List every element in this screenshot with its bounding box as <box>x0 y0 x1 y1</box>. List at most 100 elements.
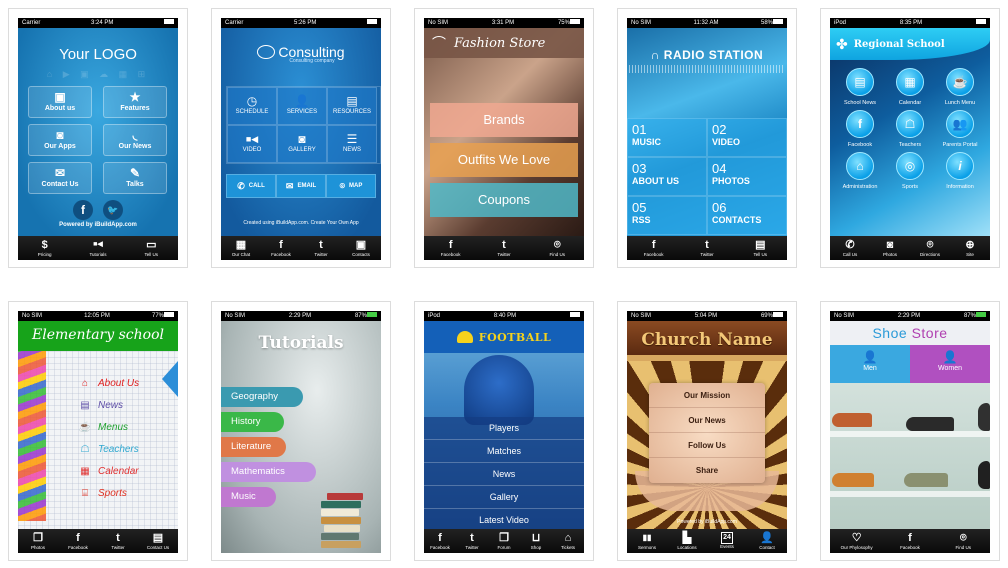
features-button[interactable]: ★ Features <box>103 86 167 118</box>
app-preview-card-consulting[interactable]: Carrier 5:26 PM Consulting Consulting co… <box>211 8 391 268</box>
tab-facebook[interactable]: f Facebook <box>59 532 97 551</box>
music-button[interactable]: 01 MUSIC <box>627 118 707 157</box>
services-button[interactable]: 👤 SERVICES <box>277 87 327 125</box>
follow-us-menu-item[interactable]: Follow Us <box>649 433 765 458</box>
app-preview-card-fashion-store[interactable]: No SIM 3:31 PM 75% ⌒ Fashion Store Brand… <box>414 8 594 268</box>
tab-events[interactable]: 24 Events <box>708 532 746 550</box>
tab-photos[interactable]: ❐ Photos <box>19 532 57 551</box>
administration-button[interactable]: ⌂ Administration <box>835 152 885 190</box>
twitter-icon[interactable]: 🐦 <box>103 200 123 220</box>
our-mission-menu-item[interactable]: Our Mission <box>649 383 765 408</box>
call-button[interactable]: ✆ CALL <box>226 174 276 198</box>
brands-button[interactable]: Brands <box>430 103 578 137</box>
tab-tutorials[interactable]: ■◀ Tutorials <box>79 239 117 258</box>
tab-directions[interactable]: ⌾ Directions <box>911 239 949 258</box>
tab-contact[interactable]: 👤 Contact <box>748 532 786 551</box>
sports-button[interactable]: ◎ Sports <box>885 152 935 190</box>
calendar-link[interactable]: ▦ Calendar <box>78 461 139 483</box>
teachers-link[interactable]: ☖ Teachers <box>78 439 139 461</box>
about-us-button[interactable]: 03 ABOUT US <box>627 157 707 196</box>
about-us-link[interactable]: ⌂ About Us <box>78 373 139 395</box>
video-button[interactable]: 02 VIDEO <box>707 118 787 157</box>
our-news-menu-item[interactable]: Our News <box>649 408 765 433</box>
history-button[interactable]: History <box>221 412 284 432</box>
gallery-menu-item[interactable]: Gallery <box>424 486 584 509</box>
tab-twitter[interactable]: t Twitter <box>485 239 523 258</box>
app-preview-card-football[interactable]: iPod 8:40 PM FOOTBALL Players Matches Ne… <box>414 301 594 561</box>
calendar-button[interactable]: ▦ Calendar <box>885 68 935 106</box>
rss-button[interactable]: 05 RSS <box>627 196 707 235</box>
app-preview-card-your-logo[interactable]: Carrier 3:24 PM Your LOGO ⌂ ▶ ▣ ☁ ▦ ⊞ ▣ A… <box>8 8 188 268</box>
women-tab[interactable]: 👤 Women <box>910 345 990 383</box>
tab-sermons[interactable]: ▮▮ Sermons <box>628 532 666 551</box>
tab-tell-us[interactable]: ▭ Tell Us <box>132 239 170 258</box>
photos-button[interactable]: 04 PHOTOS <box>707 157 787 196</box>
news-link[interactable]: ▤ News <box>78 395 139 417</box>
app-preview-card-elementary-school[interactable]: No SIM 12:05 PM 77% Elementary school ⌂ A… <box>8 301 188 561</box>
tab-twitter[interactable]: t Twitter <box>457 532 487 551</box>
tab-twitter[interactable]: t Twitter <box>688 239 726 258</box>
app-preview-card-regional-school[interactable]: iPod 8:35 PM ✤ Regional School ▤ School N… <box>820 8 1000 268</box>
teachers-button[interactable]: ☖ Teachers <box>885 110 935 148</box>
information-button[interactable]: i Information <box>935 152 985 190</box>
coupons-button[interactable]: Coupons <box>430 183 578 217</box>
tab-call-us[interactable]: ✆ Call Us <box>831 239 869 258</box>
tab-facebook[interactable]: f Facebook <box>425 532 455 551</box>
news-menu-item[interactable]: News <box>424 463 584 486</box>
tab-facebook[interactable]: f Facebook <box>635 239 673 258</box>
app-preview-card-radio-station[interactable]: No SIM 11:32 AM 58% ∩ RADIO STATION 01 MU… <box>617 8 797 268</box>
tab-tell-us[interactable]: ▤ Tell Us <box>741 239 779 258</box>
email-button[interactable]: ✉ EMAIL <box>276 174 326 198</box>
map-button[interactable]: ⌾ MAP <box>326 174 376 198</box>
menus-link[interactable]: ☕ Menus <box>78 417 139 439</box>
tab-contacts[interactable]: ▣ Contacts <box>342 239 380 258</box>
tab-our-chat[interactable]: ▦ Our Chat <box>222 239 260 258</box>
lunch-menu-button[interactable]: ☕ Lunch Menu <box>935 68 985 106</box>
gallery-button[interactable]: ◙ GALLERY <box>277 125 327 163</box>
tab-site[interactable]: ⊕ Site <box>951 239 989 258</box>
outfits-we-love-button[interactable]: Outfits We Love <box>430 143 578 177</box>
news-button[interactable]: ☰ NEWS <box>327 125 377 163</box>
tab-twitter[interactable]: t Twitter <box>302 239 340 258</box>
contact-us-button[interactable]: ✉ Contact Us <box>28 162 92 194</box>
school-news-button[interactable]: ▤ School News <box>835 68 885 106</box>
tab-facebook[interactable]: f Facebook <box>432 239 470 258</box>
music-button[interactable]: Music <box>221 487 276 507</box>
share-menu-item[interactable]: Share <box>649 458 765 483</box>
contacts-button[interactable]: 06 CONTACTS <box>707 196 787 235</box>
app-preview-card-church[interactable]: No SIM 5:04 PM 69% Church Name Our Missi… <box>617 301 797 561</box>
matches-menu-item[interactable]: Matches <box>424 440 584 463</box>
our-apps-button[interactable]: ◙ Our Apps <box>28 124 92 156</box>
latest-video-menu-item[interactable]: Latest Video <box>424 509 584 529</box>
tab-find-us[interactable]: ⌾ Find Us <box>538 239 576 258</box>
tab-photos[interactable]: ◙ Photos <box>871 239 909 258</box>
tab-facebook[interactable]: f Facebook <box>262 239 300 258</box>
men-tab[interactable]: 👤 Men <box>830 345 910 383</box>
schedule-button[interactable]: ◷ SCHEDULE <box>227 87 277 125</box>
our-news-button[interactable]: ◟ Our News <box>103 124 167 156</box>
app-preview-card-tutorials[interactable]: No SIM 2:29 PM 87% Tutorials Geography H… <box>211 301 391 561</box>
literature-button[interactable]: Literature <box>221 437 286 457</box>
resources-button[interactable]: ▤ RESOURCES <box>327 87 377 125</box>
talks-button[interactable]: ✎ Talks <box>103 162 167 194</box>
video-button[interactable]: ■◀ VIDEO <box>227 125 277 163</box>
sports-link[interactable]: ⌸ Sports <box>78 483 139 505</box>
mathematics-button[interactable]: Mathematics <box>221 462 316 482</box>
tab-facebook[interactable]: f Facebook <box>891 532 929 551</box>
tab-forum[interactable]: ❐ Forum <box>489 532 519 551</box>
tab-pricing[interactable]: $ Pricing <box>26 239 64 258</box>
tab-twitter[interactable]: t Twitter <box>99 532 137 551</box>
parents-portal-button[interactable]: 👥 Parents Portal <box>935 110 985 148</box>
tab-our-phylosophy[interactable]: ♡ Our Phylosophy <box>838 532 876 551</box>
app-preview-card-shoe-store[interactable]: No SIM 2:29 PM 87% Shoe Store 👤 Men 👤 Wome… <box>820 301 1000 561</box>
tab-contact-us[interactable]: ▤ Contact Us <box>139 532 177 551</box>
tab-tickets[interactable]: ⌂ Tickets <box>553 532 583 551</box>
geography-button[interactable]: Geography <box>221 387 303 407</box>
about-us-button[interactable]: ▣ About us <box>28 86 92 118</box>
players-menu-item[interactable]: Players <box>424 417 584 440</box>
facebook-icon[interactable]: f <box>73 200 93 220</box>
facebook-button[interactable]: f Facebook <box>835 110 885 148</box>
tab-shop[interactable]: ⊔ Shop <box>521 532 551 551</box>
tab-locations[interactable]: ▙ Locations <box>668 532 706 551</box>
tab-find-us[interactable]: ⌾ Find Us <box>944 532 982 551</box>
